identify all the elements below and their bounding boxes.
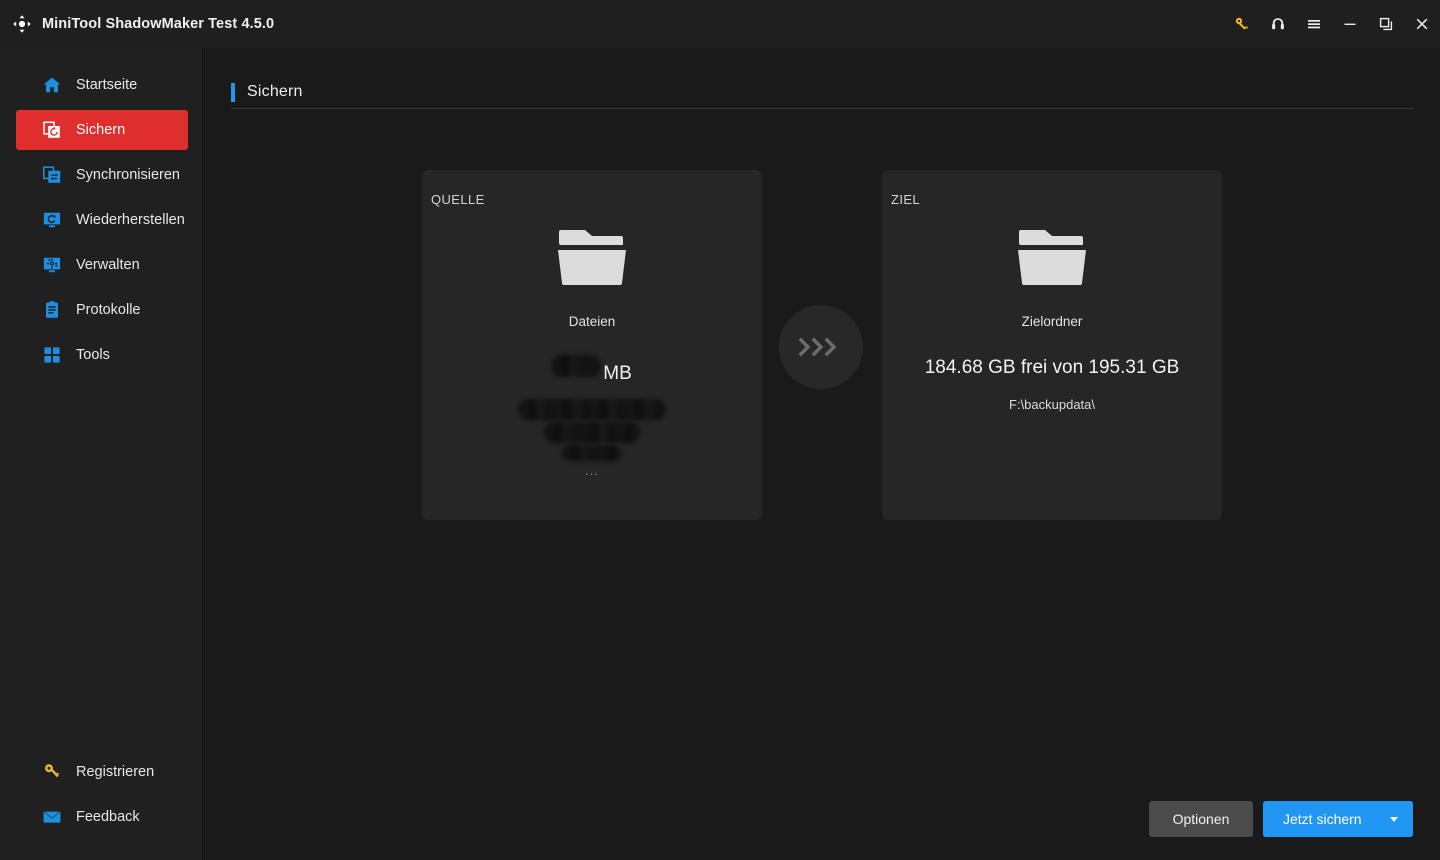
destination-type-label: Zielordner — [1021, 314, 1083, 329]
sync-icon — [42, 165, 62, 185]
transfer-direction-indicator — [779, 305, 863, 389]
chevron-down-icon — [1390, 816, 1398, 822]
source-path-ellipsis: ... — [585, 463, 599, 478]
sidebar-item-registrieren[interactable]: Registrieren — [16, 752, 188, 792]
source-path-line-3-redacted — [562, 445, 622, 461]
folder-icon — [553, 226, 631, 288]
sidebar-item-verwalten[interactable]: Verwalten — [16, 245, 188, 285]
sidebar: Startseite Sichern Synchronisieren Wiede… — [0, 48, 203, 860]
manage-icon — [42, 255, 62, 275]
app-window: MiniTool ShadowMaker Test 4.5.0 Startsei… — [0, 0, 1440, 860]
home-icon — [42, 75, 62, 95]
page-header: Sichern — [231, 80, 1413, 116]
source-card-body: Dateien MB ... — [422, 218, 762, 478]
main-content: Sichern QUELLE Dateien MB ... ZIEL Zielo… — [204, 48, 1440, 860]
close-button[interactable] — [1404, 0, 1440, 48]
sidebar-item-sichern[interactable]: Sichern — [16, 110, 188, 150]
backup-now-button[interactable]: Jetzt sichern — [1263, 801, 1375, 837]
triple-chevron-right-icon — [796, 336, 846, 358]
source-path-line-2-redacted — [544, 422, 640, 443]
sidebar-item-label: Registrieren — [76, 764, 155, 780]
source-path-line-1-redacted — [518, 399, 666, 420]
minimize-button[interactable] — [1332, 0, 1368, 48]
sidebar-item-wiederherstellen[interactable]: Wiederherstellen — [16, 200, 188, 240]
tools-grid-icon — [42, 345, 62, 365]
backup-now-button-group: Jetzt sichern — [1263, 801, 1413, 837]
title-bar-controls — [1224, 0, 1440, 48]
source-card-label: QUELLE — [431, 192, 485, 207]
source-path-redacted: ... — [518, 399, 666, 478]
destination-card-label: ZIEL — [891, 192, 921, 207]
folder-icon — [1013, 226, 1091, 288]
sidebar-nav: Startseite Sichern Synchronisieren Wiede… — [0, 65, 203, 380]
backup-now-dropdown-button[interactable] — [1375, 801, 1413, 837]
header-divider — [231, 108, 1413, 109]
sidebar-item-synchronisieren[interactable]: Synchronisieren — [16, 155, 188, 195]
sidebar-item-label: Verwalten — [76, 257, 140, 273]
sidebar-item-label: Synchronisieren — [76, 167, 180, 183]
sidebar-item-protokolle[interactable]: Protokolle — [16, 290, 188, 330]
source-type-label: Dateien — [568, 314, 616, 329]
logs-icon — [42, 300, 62, 320]
sidebar-item-label: Tools — [76, 347, 110, 363]
destination-path: F:\backupdata\ — [1009, 397, 1095, 412]
footer-actions: Optionen Jetzt sichern — [204, 801, 1440, 837]
envelope-icon — [42, 807, 62, 827]
source-size: MB — [552, 355, 632, 385]
sidebar-item-tools[interactable]: Tools — [16, 335, 188, 375]
page-title: Sichern — [247, 83, 303, 100]
destination-card-body: Zielordner 184.68 GB frei von 195.31 GB … — [882, 218, 1222, 412]
shadowmaker-arrows-logo-icon — [12, 14, 32, 34]
source-size-value-redacted — [552, 355, 601, 377]
support-button[interactable] — [1260, 0, 1296, 48]
destination-capacity: 184.68 GB frei von 195.31 GB — [924, 357, 1180, 378]
sidebar-item-label: Startseite — [76, 77, 138, 93]
title-bar-left: MiniTool ShadowMaker Test 4.5.0 — [0, 14, 274, 34]
destination-card[interactable]: ZIEL Zielordner 184.68 GB frei von 195.3… — [882, 170, 1222, 520]
restore-icon — [42, 210, 62, 230]
sidebar-item-label: Wiederherstellen — [76, 212, 185, 228]
sidebar-item-label: Feedback — [76, 809, 140, 825]
sidebar-bottom-nav: Registrieren Feedback — [0, 752, 203, 842]
key-icon — [42, 762, 62, 782]
source-size-unit: MB — [603, 363, 632, 384]
backup-icon — [42, 120, 62, 140]
sidebar-item-label: Protokolle — [76, 302, 141, 318]
sidebar-item-feedback[interactable]: Feedback — [16, 797, 188, 837]
options-button[interactable]: Optionen — [1149, 801, 1253, 837]
license-key-button[interactable] — [1224, 0, 1260, 48]
app-title: MiniTool ShadowMaker Test 4.5.0 — [42, 16, 275, 32]
sidebar-item-label: Sichern — [76, 122, 126, 138]
title-accent-bar — [231, 82, 235, 102]
maximize-button[interactable] — [1368, 0, 1404, 48]
title-bar: MiniTool ShadowMaker Test 4.5.0 — [0, 0, 1440, 48]
sidebar-item-startseite[interactable]: Startseite — [16, 65, 188, 105]
menu-button[interactable] — [1296, 0, 1332, 48]
source-card[interactable]: QUELLE Dateien MB ... — [422, 170, 762, 520]
